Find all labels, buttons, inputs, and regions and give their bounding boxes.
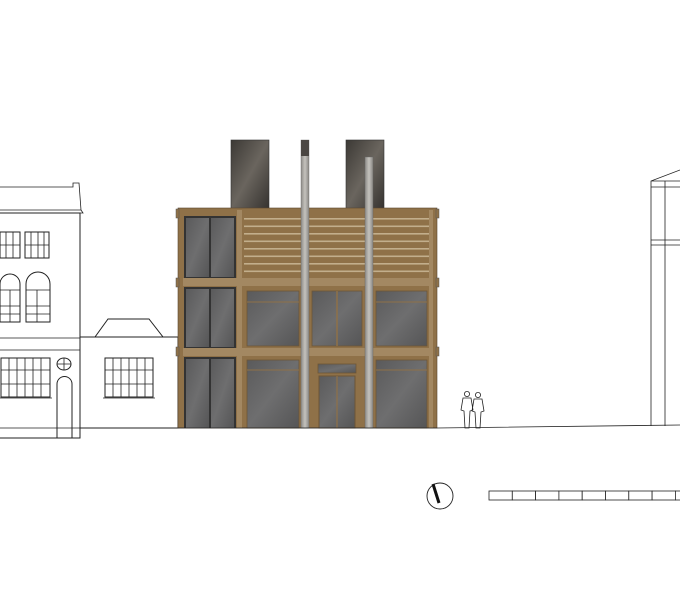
flue-pipe-left: [300, 139, 310, 429]
louvre-slat: [244, 263, 429, 265]
scale-bar-segment: [558, 490, 583, 501]
left-neighbour-building: [0, 182, 179, 439]
people-figures: [460, 390, 485, 429]
louvre-slat: [244, 248, 429, 250]
louvre-slat: [244, 233, 429, 235]
right-neighbour-building: [650, 169, 680, 426]
scale-bar-segment: [488, 490, 513, 501]
upper-windows: [0, 231, 50, 259]
scale-bar-segment: [651, 490, 676, 501]
flue-pipe-right: [364, 156, 374, 429]
annex-building: [79, 318, 179, 429]
louvre-slat: [244, 240, 429, 243]
ground-floor-glazing: [246, 359, 428, 429]
scale-bar-segment: [628, 490, 653, 501]
louvre-slat: [244, 255, 429, 258]
scale-bar-segment: [581, 490, 606, 501]
chimney-left: [230, 139, 270, 210]
louvre-slat: [244, 218, 429, 220]
scale-bar-segment: [605, 490, 630, 501]
street-elevation-drawing: [0, 139, 680, 510]
first-floor-windows: [246, 290, 428, 347]
louvre-slat: [244, 225, 429, 228]
louvre-slat: [244, 270, 429, 273]
north-arrow-icon: [426, 482, 454, 510]
scale-bar: [488, 490, 680, 501]
left-bay-glazing: [184, 216, 236, 428]
scale-bar-segment: [511, 490, 536, 501]
scale-bar-segment: [675, 490, 680, 501]
scale-bar-segment: [535, 490, 560, 501]
proposed-building: [175, 139, 440, 429]
